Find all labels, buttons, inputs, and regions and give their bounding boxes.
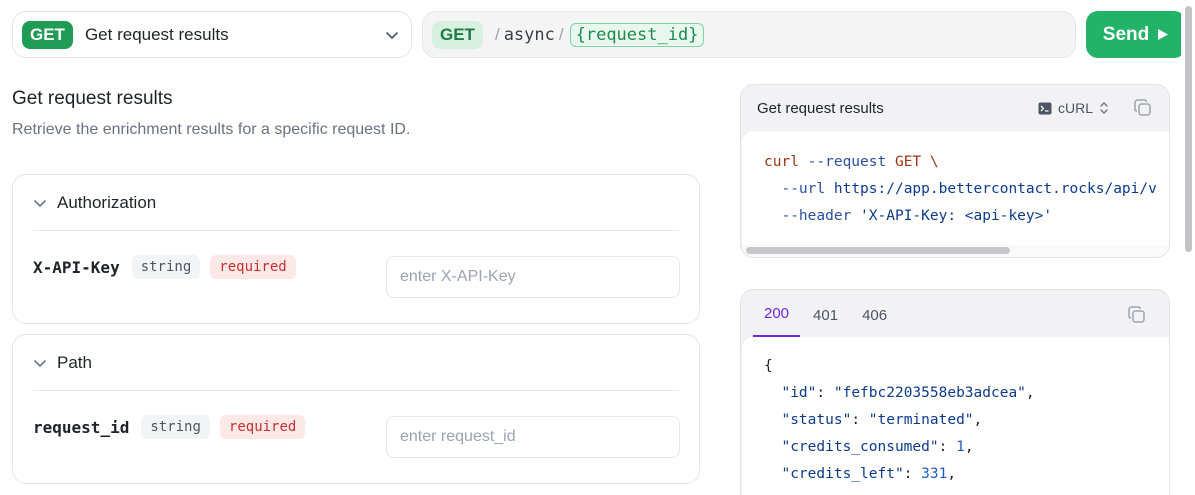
language-selector[interactable]: cURL: [1038, 100, 1109, 116]
required-badge: required: [219, 415, 306, 439]
type-badge: string: [131, 255, 201, 279]
authorization-toggle[interactable]: Authorization: [33, 193, 156, 213]
chevron-down-icon: [386, 31, 398, 39]
field-name: X-API-Key: [33, 257, 120, 277]
type-badge: string: [141, 415, 210, 439]
json-value: 331: [921, 466, 948, 482]
url-segment: async: [503, 24, 555, 45]
divider: [33, 230, 679, 231]
json-line: "credits_left": 331,: [781, 466, 957, 482]
endpoint-title: Get request results: [84, 24, 229, 44]
json-key: "id": [781, 385, 817, 401]
language-label: cURL: [1057, 100, 1093, 116]
tab-200[interactable]: 200: [753, 305, 801, 337]
page-description: Retrieve the enrichment results for a sp…: [12, 121, 411, 138]
response-panel: 200 401 406 { "id": "fefbc2203558eb3adce…: [740, 289, 1170, 495]
page-title: Get request results: [12, 88, 173, 109]
copy-icon[interactable]: [1133, 98, 1153, 118]
send-button[interactable]: Send: [1086, 11, 1186, 58]
code-token: --url: [781, 181, 826, 197]
json-value: 1: [956, 439, 965, 455]
json-key: "credits_left": [781, 466, 904, 482]
required-badge: required: [210, 255, 296, 279]
path-section: Path request_id string required: [12, 334, 700, 484]
code-panel-header: Get request results cURL: [741, 85, 1169, 131]
url-method-badge: GET: [432, 20, 483, 49]
tab-401[interactable]: 401: [802, 307, 849, 337]
code-token: https://app.bettercontact.rocks/api/v: [825, 181, 1157, 197]
json-line: "credits_consumed": 1,: [781, 439, 974, 455]
code-sample-panel: Get request results cURL curl --request …: [740, 84, 1170, 258]
response-tabs: 200 401 406: [741, 290, 1169, 337]
terminal-icon: [1038, 102, 1052, 114]
url-separator: /: [494, 24, 500, 44]
chevron-down-icon: [34, 200, 46, 207]
response-body: { "id": "fefbc2203558eb3adcea", "status"…: [742, 337, 1169, 495]
code-line: --url https://app.bettercontact.rocks/ap…: [764, 176, 1169, 203]
divider: [33, 390, 679, 391]
vertical-scrollbar[interactable]: [1181, 0, 1195, 495]
field-name: request_id: [33, 417, 130, 437]
code-token: curl: [764, 154, 799, 170]
url-separator: /: [558, 24, 564, 44]
url-bar[interactable]: GET / async / {request_id}: [422, 11, 1076, 58]
json-line: "status": "terminated",: [781, 412, 983, 428]
code-line: curl --request GET \: [764, 149, 1169, 176]
field-row: request_id string required: [33, 415, 306, 439]
authorization-section: Authorization X-API-Key string required: [12, 174, 700, 324]
tab-406[interactable]: 406: [851, 307, 898, 337]
horizontal-scrollbar[interactable]: [742, 245, 1169, 257]
chevron-up-down-icon: [1100, 102, 1108, 114]
section-label: Path: [57, 353, 92, 372]
code-token: GET \: [886, 154, 939, 170]
scrollbar-thumb[interactable]: [746, 247, 1010, 254]
json-key: "credits_consumed": [781, 439, 939, 455]
code-token: --header: [781, 208, 852, 224]
url-path-param[interactable]: {request_id}: [569, 22, 705, 47]
x-api-key-input[interactable]: [386, 256, 680, 298]
json-line: "id": "fefbc2203558eb3adcea",: [781, 385, 1035, 401]
play-icon: [1158, 29, 1169, 40]
field-row: X-API-Key string required: [33, 255, 296, 279]
code-token: --request: [807, 154, 887, 170]
scrollbar-thumb[interactable]: [1185, 6, 1192, 252]
code-token: 'X-API-Key: <api-key>': [851, 208, 1053, 224]
code-block: curl --request GET \ --url https://app.b…: [742, 131, 1169, 257]
request-id-input[interactable]: [386, 416, 680, 458]
method-badge: GET: [22, 20, 73, 49]
json-value: "fefbc2203558eb3adcea": [833, 385, 1026, 401]
json-line: {: [764, 358, 773, 374]
path-toggle[interactable]: Path: [33, 353, 92, 373]
json-value: "terminated": [868, 412, 974, 428]
code-panel-title: Get request results: [757, 99, 884, 117]
code-line: --header 'X-API-Key: <api-key>': [764, 203, 1169, 230]
section-label: Authorization: [57, 193, 157, 212]
copy-icon[interactable]: [1127, 305, 1147, 325]
endpoint-select[interactable]: GET Get request results: [12, 11, 412, 58]
chevron-down-icon: [34, 360, 46, 367]
json-key: "status": [781, 412, 852, 428]
send-button-label: Send: [1102, 23, 1150, 45]
